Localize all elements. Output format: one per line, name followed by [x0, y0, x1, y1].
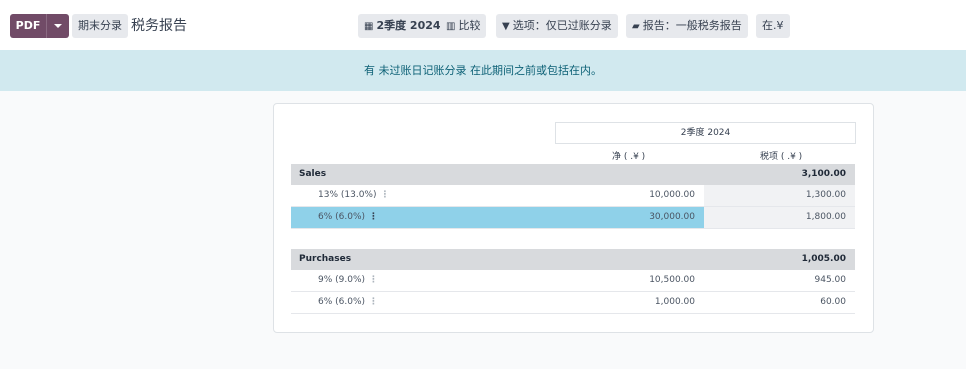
tax-amount: 1,300.00 [805, 190, 846, 200]
tax-amount: 1,800.00 [805, 212, 846, 222]
section-row-sales[interactable]: Sales 3,100.00 [291, 164, 855, 185]
more-options-icon[interactable]: ⋮ [369, 212, 378, 222]
line-label[interactable]: 6% (6.0%) ⋮ [318, 292, 378, 313]
closing-entry-button[interactable]: 期末分录 [72, 14, 128, 38]
options-filter[interactable]: ▼ 选项：仅已过账分录 [496, 14, 618, 38]
options-filter-label: 选项：仅已过账分录 [512, 19, 612, 32]
pdf-dropdown-toggle[interactable] [46, 14, 69, 38]
pdf-button[interactable]: PDF [10, 14, 46, 38]
section-total: 3,100.00 [801, 169, 846, 179]
section-name: Purchases [299, 254, 352, 264]
net-column-header: 净 ( .¥ ) [612, 152, 646, 162]
period-filter-label: 2季度 2024 [376, 19, 441, 32]
line-label-text: 9% (9.0%) [318, 275, 366, 285]
line-label[interactable]: 6% (6.0%) ⋮ [318, 207, 378, 228]
line-label[interactable]: 13% (13.0%) ⋮ [318, 185, 389, 206]
line-label[interactable]: 9% (9.0%) ⋮ [318, 270, 378, 291]
net-amount: 10,000.00 [649, 190, 695, 200]
compare-filter[interactable]: ▥ 比较 [440, 14, 487, 38]
period-column-header: 2季度 2024 [555, 122, 856, 144]
line-label-text: 6% (6.0%) [318, 212, 366, 222]
bar-chart-icon: ▥ [446, 21, 456, 32]
section-total: 1,005.00 [801, 254, 846, 264]
report-filter[interactable]: ▰ 报告：一般税务报告 [626, 14, 748, 38]
report-filter-label: 报告：一般税务报告 [642, 19, 742, 32]
table-row[interactable]: 6% (6.0%) ⋮ 1,000.00 60.00 [291, 292, 855, 314]
tax-column-header: 税项 ( .¥ ) [760, 152, 803, 162]
section-name: Sales [299, 169, 327, 179]
net-amount: 1,000.00 [654, 297, 695, 307]
table-row-selected[interactable]: 6% (6.0%) ⋮ 30,000.00 1,800.00 [291, 207, 855, 229]
line-label-text: 6% (6.0%) [318, 297, 366, 307]
tax-report-table: 2季度 2024 净 ( .¥ ) 税项 ( .¥ ) Sales 3,100.… [273, 103, 874, 333]
net-amount: 10,500.00 [649, 275, 695, 285]
tax-amount: 60.00 [820, 297, 846, 307]
book-icon: ▰ [632, 21, 640, 32]
section-row-purchases[interactable]: Purchases 1,005.00 [291, 249, 855, 270]
table-row[interactable]: 13% (13.0%) ⋮ 10,000.00 1,300.00 [291, 185, 855, 207]
calendar-icon: ▦ [364, 21, 374, 32]
alert-text: 有 未过账日记账分录 在此期间之前或包括在内。 [364, 64, 602, 77]
period-filter[interactable]: ▦ 2季度 2024 [358, 14, 447, 38]
filter-icon: ▼ [502, 21, 510, 32]
more-options-icon[interactable]: ⋮ [369, 275, 378, 285]
compare-filter-label: 比较 [458, 19, 481, 32]
tax-amount: 945.00 [814, 275, 847, 285]
line-label-text: 13% (13.0%) [318, 190, 377, 200]
more-options-icon[interactable]: ⋮ [369, 297, 378, 307]
control-panel: PDF 期末分录 税务报告 ▦ 2季度 2024 ▥ 比较 ▼ 选项：仅已过账分录 ▰… [0, 0, 966, 50]
currency-filter[interactable]: 在.¥ [756, 14, 790, 38]
unposted-entries-alert: 有 未过账日记账分录 在此期间之前或包括在内。 [0, 50, 966, 91]
currency-filter-label: 在.¥ [762, 19, 784, 32]
table-row[interactable]: 9% (9.0%) ⋮ 10,500.00 945.00 [291, 270, 855, 292]
net-amount: 30,000.00 [649, 212, 695, 222]
page-title: 税务报告 [131, 18, 187, 34]
more-options-icon[interactable]: ⋮ [380, 190, 389, 200]
